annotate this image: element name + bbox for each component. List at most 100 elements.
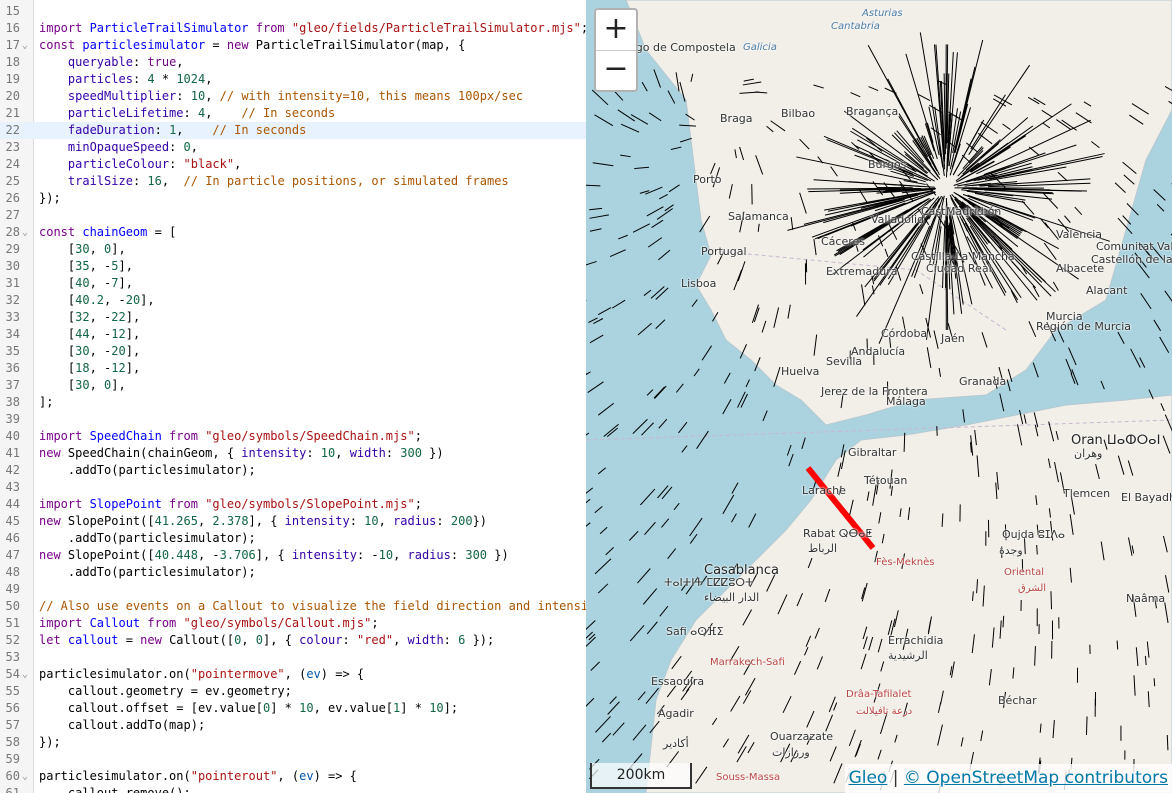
code-line[interactable]: 61 callout.remove(); xyxy=(0,785,586,793)
code-line[interactable]: 25 trailSize: 16, // In particle positio… xyxy=(0,173,586,190)
code-line[interactable]: 50 // Also use events on a Callout to vis… xyxy=(0,598,586,615)
code-token: ]; xyxy=(443,701,459,715)
code-token: , - xyxy=(89,259,112,273)
code-line[interactable]: 27 xyxy=(0,207,586,224)
place-label: Valladolid xyxy=(871,213,925,226)
code-text: [30, 0], xyxy=(39,241,126,258)
line-number: 15 xyxy=(5,4,20,18)
code-token: fadeDuration xyxy=(67,123,155,137)
code-line[interactable]: 40 import SpeedChain from "gleo/symbols/S… xyxy=(0,428,586,445)
code-editor[interactable]: 15 16 import ParticleTrailSimulator from "… xyxy=(0,0,586,793)
code-line[interactable]: 37 [30, 0], xyxy=(0,377,586,394)
code-token: ParticleTrailSimulator(map, { xyxy=(255,38,466,52)
code-token: particlesimulator.on( xyxy=(39,667,191,681)
code-line[interactable]: 23 minOpaqueSpeed: 0, xyxy=(0,139,586,156)
code-token: 30 xyxy=(75,344,90,358)
fold-toggle-icon[interactable]: ⌄ xyxy=(22,768,28,785)
code-token: const xyxy=(39,225,83,239)
code-line[interactable]: 43 xyxy=(0,479,586,496)
code-token: 30 xyxy=(75,378,90,392)
code-token: [ xyxy=(39,242,76,256)
code-line[interactable]: 53 xyxy=(0,649,586,666)
place-label: Jaén xyxy=(941,332,965,345)
code-line[interactable]: 51 import Callout from "gleo/symbols/Call… xyxy=(0,615,586,632)
code-line[interactable]: 29 [30, 0], xyxy=(0,241,586,258)
code-line[interactable]: 42 .addTo(particlesimulator); xyxy=(0,462,586,479)
code-line[interactable]: 57 callout.addTo(map); xyxy=(0,717,586,734)
code-line[interactable]: 15 xyxy=(0,3,586,20)
code-line[interactable]: 45 new SlopePoint([41.265, 2.378], { inte… xyxy=(0,513,586,530)
fold-toggle-icon[interactable]: ⌄ xyxy=(22,224,28,241)
code-line[interactable]: 47 new SlopePoint([40.448, -3.706], { int… xyxy=(0,547,586,564)
line-number: 20 xyxy=(5,89,20,103)
code-token: 22 xyxy=(111,310,126,324)
code-token: "pointermove" xyxy=(190,667,285,681)
code-line[interactable]: 32 [40.2, -20], xyxy=(0,292,586,309)
code-token: const xyxy=(39,38,83,52)
code-token: , xyxy=(176,123,213,137)
zoom-in-button[interactable]: + xyxy=(596,10,636,51)
code-line[interactable]: 52 let callout = new Callout([0, 0], { co… xyxy=(0,632,586,649)
fold-toggle-icon[interactable]: ⌄ xyxy=(22,37,28,54)
code-line[interactable]: 49 xyxy=(0,581,586,598)
code-token: ] * xyxy=(400,701,430,715)
code-token: : xyxy=(176,89,191,103)
zoom-out-button[interactable]: − xyxy=(596,50,636,90)
code-token: ParticleTrailSimulator xyxy=(89,21,249,35)
place-label: Sevilla xyxy=(826,355,863,368)
code-line[interactable]: 35 [30, -20], xyxy=(0,343,586,360)
code-line[interactable]: 39 xyxy=(0,411,586,428)
code-line[interactable]: 16 import ParticleTrailSimulator from "gl… xyxy=(0,20,586,37)
code-line[interactable]: 22 fadeDuration: 1, // In seconds xyxy=(0,122,586,139)
code-line[interactable]: 34 [44, -12], xyxy=(0,326,586,343)
code-token: 10 xyxy=(378,548,394,562)
line-number: 49 xyxy=(5,582,20,596)
code-line[interactable]: 48 .addTo(particlesimulator); xyxy=(0,564,586,581)
code-line[interactable]: 46 .addTo(particlesimulator); xyxy=(0,530,586,547)
code-line[interactable]: 31 [40, -7], xyxy=(0,275,586,292)
code-line[interactable]: 55 callout.geometry = ev.geometry; xyxy=(0,683,586,700)
code-line[interactable]: 38]; xyxy=(0,394,586,411)
place-label: Porto xyxy=(693,173,722,186)
code-line[interactable]: 18 queryable: true, xyxy=(0,54,586,71)
place-label: Castellón de la Plana xyxy=(1091,253,1172,266)
osm-link[interactable]: © OpenStreetMap contributors xyxy=(904,768,1168,788)
code-token: : xyxy=(132,72,148,86)
fold-toggle-icon[interactable]: ⌄ xyxy=(22,666,28,683)
code-line[interactable]: 28 ⌄ const chainGeom = [ xyxy=(0,224,586,241)
code-line[interactable]: 41 new SpeedChain(chainGeom, { intensity:… xyxy=(0,445,586,462)
code-token: colour xyxy=(299,633,343,647)
code-token: , xyxy=(393,548,408,562)
code-token: ], xyxy=(125,344,141,358)
code-line[interactable]: 60 ⌄ particlesimulator.on("pointerout", (e… xyxy=(0,768,586,785)
code-token: particleLifetime xyxy=(67,106,184,120)
code-token: 3.706 xyxy=(219,548,256,562)
code-line[interactable]: 44 import SlopePoint from "gleo/symbols/S… xyxy=(0,496,586,513)
line-number: 29 xyxy=(5,242,20,256)
code-token: ], { xyxy=(263,633,300,647)
code-line[interactable]: 56 callout.offset = [ev.value[0] * 10, e… xyxy=(0,700,586,717)
code-text: [32, -22], xyxy=(39,309,140,326)
place-label: Oriental xyxy=(1004,567,1045,578)
code-line[interactable]: 33 [32, -22], xyxy=(0,309,586,326)
gleo-link[interactable]: Gleo xyxy=(849,768,888,788)
code-token: , - xyxy=(197,548,220,562)
code-line[interactable]: 30 [35, -5], xyxy=(0,258,586,275)
place-label: Béchar xyxy=(998,694,1037,707)
code-line[interactable]: 54 ⌄ particlesimulator.on("pointermove", (… xyxy=(0,666,586,683)
code-line[interactable]: 36 [18, -12], xyxy=(0,360,586,377)
code-line[interactable]: 17 ⌄ const particlesimulator = new Particl… xyxy=(0,37,586,54)
code-line[interactable]: 59 xyxy=(0,751,586,768)
code-token: 300 xyxy=(400,446,422,460)
code-line[interactable]: 20 speedMultiplier: 10, // with intensit… xyxy=(0,88,586,105)
code-line[interactable]: 58}); xyxy=(0,734,586,751)
code-line[interactable]: 24 particleColour: "black", xyxy=(0,156,586,173)
code-text: callout.offset = [ev.value[0] * 10, ev.v… xyxy=(39,700,458,717)
code-line[interactable]: 21 particleLifetime: 4, // In seconds xyxy=(0,105,586,122)
code-token: .addTo(particlesimulator); xyxy=(39,531,256,545)
code-line[interactable]: 26}); xyxy=(0,190,586,207)
map-view[interactable]: Asturias Cantabria Galicia Santiago de Comp… xyxy=(586,0,1172,793)
code-line[interactable]: 19 particles: 4 * 1024, xyxy=(0,71,586,88)
